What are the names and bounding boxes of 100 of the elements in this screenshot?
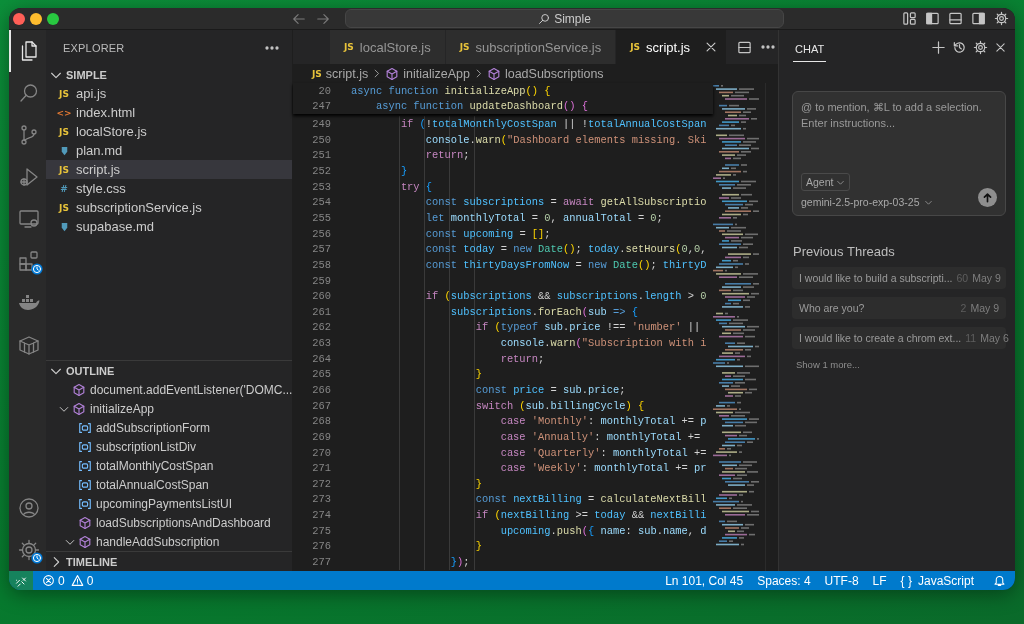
minimize-window-button[interactable] <box>30 12 42 25</box>
section-title: Previous Threads <box>793 244 896 259</box>
status-item[interactable]: Spaces: 4 <box>750 571 818 590</box>
minimap-drawing[interactable] <box>713 85 759 547</box>
status-item[interactable]: UTF-8 <box>817 571 866 590</box>
status-item[interactable]: { } JavaScript <box>893 571 981 590</box>
line-number: 270 <box>311 446 331 459</box>
outline-item[interactable]: subscriptionListDiv <box>46 437 292 456</box>
file-item[interactable]: JS api.js <box>46 84 292 103</box>
back-arrow-icon[interactable] <box>292 11 306 26</box>
file-item[interactable]: JS localStore.js <box>46 122 292 141</box>
code-line: case 'Quarterly': monthlyTotal += <box>499 446 708 459</box>
code-line: case 'Annually': monthlyTotal += <box>499 430 702 443</box>
editor-tab[interactable]: JS script.js <box>616 30 728 64</box>
outline-item[interactable]: document.addEventListener('DOMC... <box>46 380 292 399</box>
outline-item[interactable]: loadSubscriptionsAndDashboard <box>46 513 292 532</box>
breadcrumb-item[interactable]: loadSubscriptions <box>486 66 604 81</box>
sidebar-right-icon[interactable] <box>971 11 986 26</box>
file-item[interactable]: plan.md <box>46 141 292 160</box>
sidebar-left-icon[interactable] <box>925 11 940 26</box>
close-window-button[interactable] <box>13 12 25 25</box>
split-editor-icon[interactable] <box>737 39 753 55</box>
code-line: if (nextBilling >= today && nextBilli <box>474 509 708 522</box>
code-line: async function initializeApp() { <box>351 84 552 97</box>
line-number: 256 <box>311 227 331 240</box>
code-line: const subscriptions = await getAllSubscriptio <box>424 196 708 209</box>
line-number: 275 <box>311 524 331 537</box>
code-line: return; <box>499 352 546 365</box>
breadcrumb-item[interactable]: initializeApp <box>385 66 470 81</box>
command-search-bar[interactable]: Simple <box>345 9 784 28</box>
editor-tab[interactable]: JS localStore.js <box>330 30 446 64</box>
outline-item[interactable]: totalAnnualCostSpan <box>46 475 292 494</box>
file-item[interactable]: JS script.js <box>46 160 292 179</box>
cube-icon <box>78 515 92 530</box>
model-dropdown[interactable]: gemini-2.5-pro-exp-03-25 <box>801 196 934 208</box>
file-type-icon: JS <box>58 202 70 213</box>
search-icon <box>538 12 551 25</box>
remote-button[interactable] <box>9 571 33 590</box>
line-number: 251 <box>311 149 331 162</box>
code-line: } <box>474 477 483 490</box>
outline-item[interactable]: handleAddSubscription <box>46 532 292 551</box>
thread-title: I would like to build a subscripti... <box>799 272 953 284</box>
send-button[interactable] <box>978 188 997 207</box>
status-item[interactable]: LF <box>865 571 894 590</box>
code-line: try { <box>399 180 434 193</box>
layout-icon[interactable] <box>902 11 917 26</box>
zoom-window-button[interactable] <box>47 12 59 25</box>
line-number: 271 <box>311 462 331 475</box>
variable-icon <box>78 477 92 492</box>
close-icon[interactable] <box>994 41 1007 54</box>
breadcrumb-item[interactable]: JS script.js <box>312 66 369 81</box>
outline-item[interactable]: addSubscriptionForm <box>46 418 292 437</box>
line-number: 261 <box>311 305 331 318</box>
file-item[interactable]: JS subscriptionService.js <box>46 198 292 217</box>
chat-input-box[interactable]: @ to mention, ⌘L to add a selection. Enter instructions... Agent gemini-2.5-pro-exp-03-25 <box>792 91 1006 216</box>
editor-tab[interactable]: JS subscriptionService.js <box>445 30 617 64</box>
code-line: } <box>474 540 483 553</box>
code-line: console.warn("Dashboard elements missing. Ski <box>424 133 708 146</box>
file-item[interactable]: # style.css <box>46 179 292 198</box>
folder-header[interactable]: SIMPLE <box>46 65 292 84</box>
code-line: case 'Weekly': monthlyTotal += pr <box>499 462 708 475</box>
bell-icon[interactable] <box>993 574 1006 587</box>
status-item[interactable]: Ln 101, Col 45 <box>658 571 751 590</box>
file-item[interactable]: <> index.html <box>46 103 292 122</box>
outline-header[interactable]: OUTLINE <box>46 360 292 380</box>
chat-input-field[interactable]: @ to mention, ⌘L to add a selection. Enter instructions... <box>801 99 993 159</box>
forward-arrow-icon[interactable] <box>316 11 330 26</box>
cube-icon <box>72 382 86 397</box>
code-line: const today = new Date(); today.setHours(0,0, <box>424 243 708 256</box>
box-icon <box>16 333 41 357</box>
settings-icon[interactable] <box>973 40 988 55</box>
line-number: 276 <box>311 540 331 553</box>
line-number: 274 <box>311 509 331 522</box>
panel-bottom-icon[interactable] <box>948 11 963 26</box>
outline-item[interactable]: initializeApp <box>46 399 292 418</box>
code-line: async function updateDashboard() { <box>374 100 589 113</box>
history-icon[interactable] <box>952 40 967 55</box>
line-number: 253 <box>311 180 331 193</box>
settings-icon[interactable] <box>994 11 1009 26</box>
line-number: 265 <box>311 368 331 381</box>
outline-item[interactable]: totalMonthlyCostSpan <box>46 456 292 475</box>
line-number: 252 <box>311 165 331 177</box>
thread-date: May 9 <box>972 272 1001 284</box>
line-number: 249 <box>311 118 331 131</box>
panel-tab[interactable]: CHAT <box>793 33 827 62</box>
show-more-link[interactable]: Show 1 more... <box>796 359 860 370</box>
mode-dropdown[interactable]: Agent <box>801 173 851 191</box>
file-item[interactable]: supabase.md <box>46 217 292 236</box>
outline-item[interactable]: upcomingPaymentsListUI <box>46 494 292 513</box>
code-line: upcoming.push({ name: sub.name, d <box>499 524 708 537</box>
cube-icon <box>486 66 501 81</box>
problems-button[interactable]: 0 0 <box>33 571 101 590</box>
plus-icon[interactable] <box>931 40 946 55</box>
braces-icon: { } <box>900 573 912 588</box>
line-number: 250 <box>311 133 331 146</box>
code-line: switch (sub.billingCycle) { <box>474 399 646 412</box>
thread-date: May 6 <box>980 332 1009 344</box>
code-line: return; <box>424 149 471 162</box>
line-number: 269 <box>311 430 331 443</box>
code-line: }); <box>449 556 471 569</box>
